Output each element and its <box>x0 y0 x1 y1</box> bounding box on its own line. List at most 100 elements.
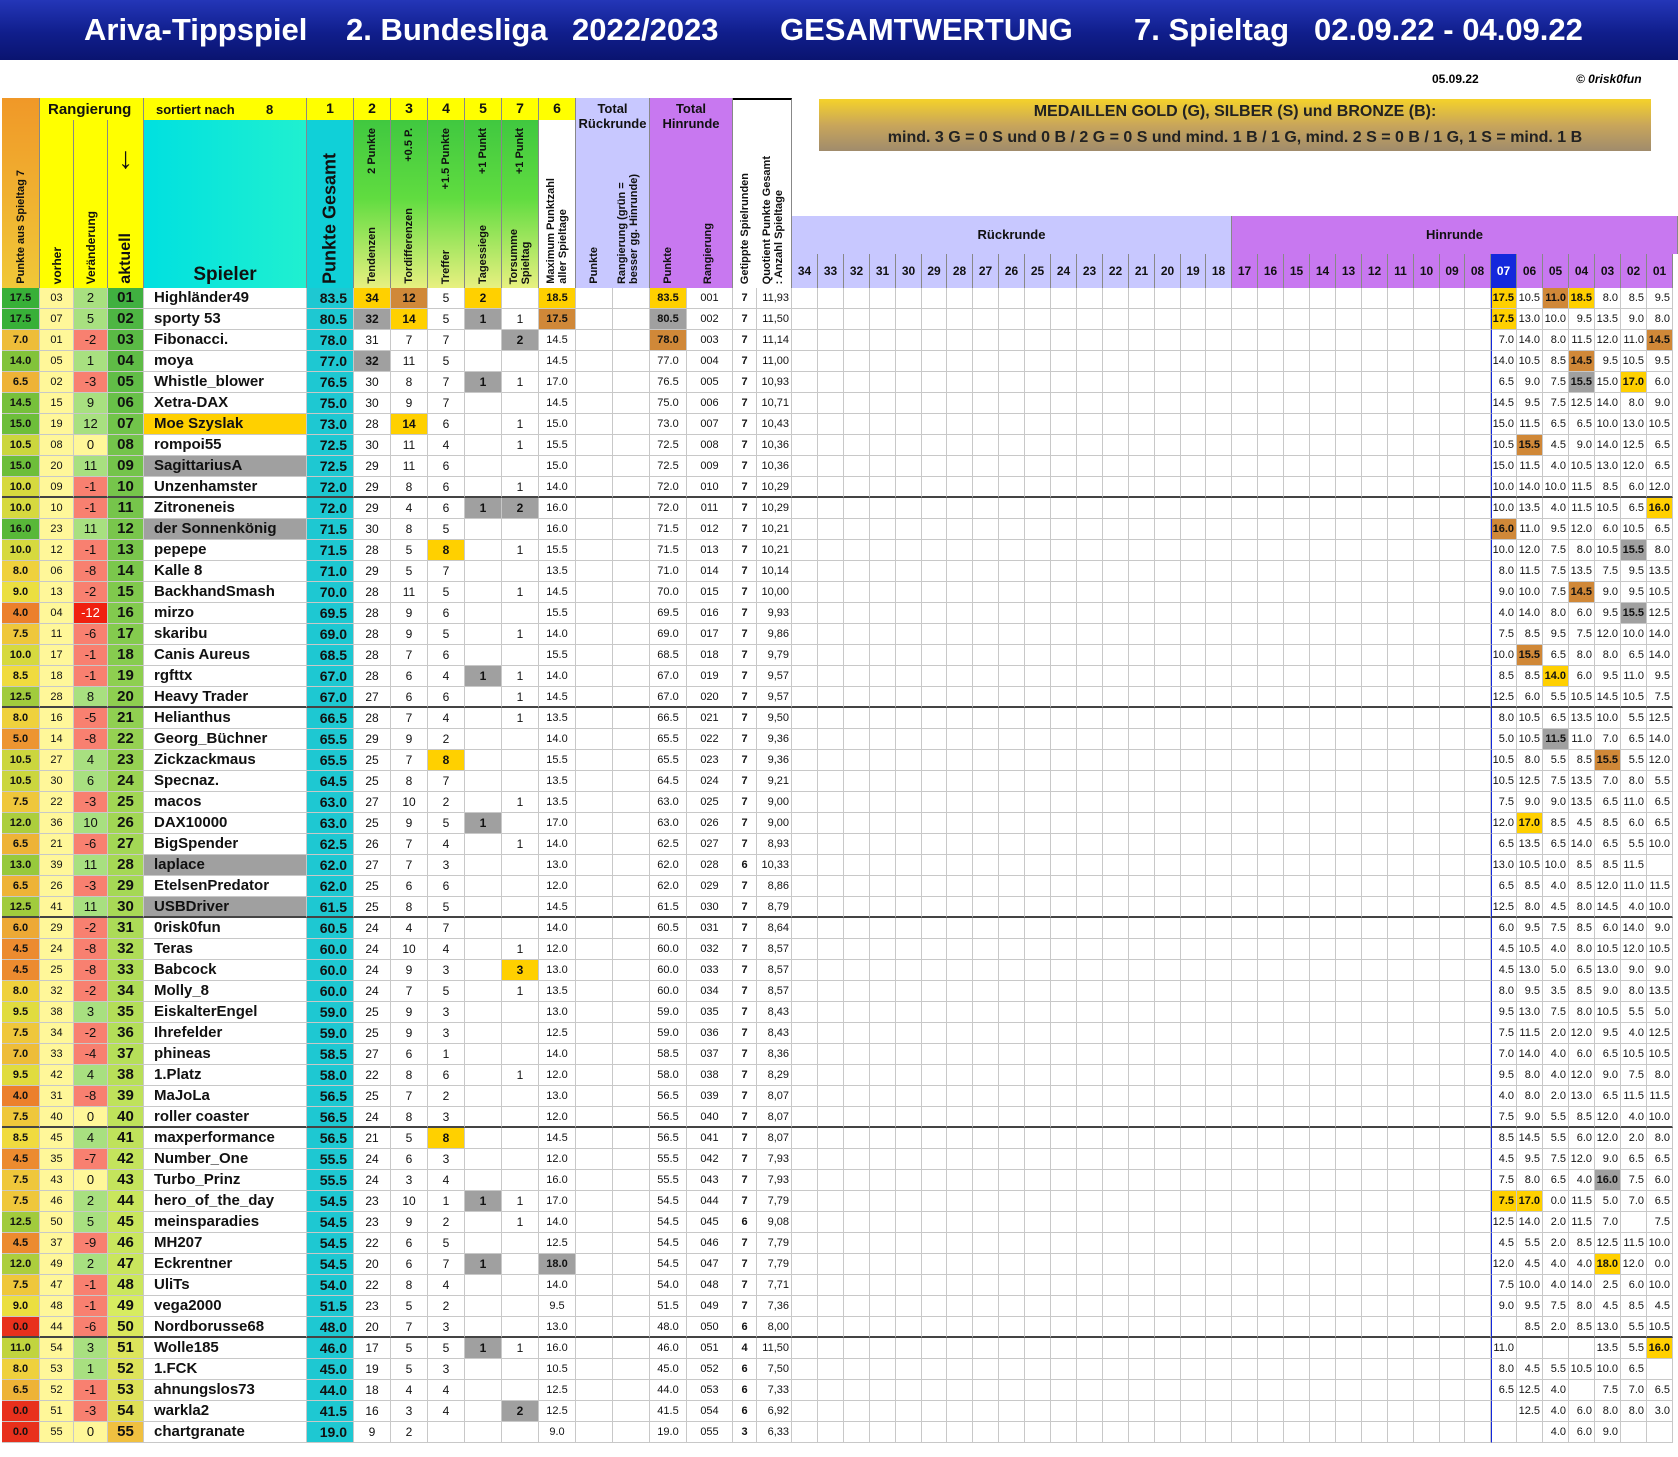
cell-n[interactable]: MaJoLa <box>144 1086 307 1107</box>
cell-n[interactable]: MH207 <box>144 1233 307 1254</box>
cell-n[interactable]: Georg_Büchner <box>144 729 307 750</box>
cell-day <box>1232 834 1258 855</box>
cell-day <box>1517 1422 1543 1443</box>
cell-day <box>947 729 973 750</box>
cell-n[interactable]: maxperformance <box>144 1128 307 1149</box>
cell-mx: 14.0 <box>539 666 576 687</box>
cell-n[interactable]: meinsparadies <box>144 1212 307 1233</box>
cell-tr: 7 <box>428 561 465 582</box>
cell-day <box>1336 603 1362 624</box>
cell-n[interactable]: 0risk0fun <box>144 918 307 939</box>
cell-day: 5.5 <box>1621 1317 1647 1338</box>
cell-n[interactable]: rompoi55 <box>144 435 307 456</box>
cell-n[interactable]: Whistle_blower <box>144 372 307 393</box>
cell-day: 8.0 <box>1517 750 1543 771</box>
cell-n[interactable]: rgfttx <box>144 666 307 687</box>
cell-n[interactable]: Helianthus <box>144 708 307 729</box>
cell-day <box>844 624 870 645</box>
cell-n[interactable]: roller coaster <box>144 1107 307 1128</box>
cell-n[interactable]: UliTs <box>144 1275 307 1296</box>
cell-day <box>922 477 947 498</box>
cell-day <box>1258 708 1284 729</box>
cell-n[interactable]: Ihrefelder <box>144 1023 307 1044</box>
cell-n[interactable]: Canis Aureus <box>144 645 307 666</box>
cell-day: 14.0 <box>1569 1275 1595 1296</box>
cell-n[interactable]: Nordborusse68 <box>144 1317 307 1338</box>
cell-day <box>1465 1086 1491 1107</box>
cell-n[interactable]: Xetra-DAX <box>144 393 307 414</box>
cell-n[interactable]: EiskalterEngel <box>144 1002 307 1023</box>
cell-n[interactable]: BackhandSmash <box>144 582 307 603</box>
cell-n[interactable]: phineas <box>144 1044 307 1065</box>
header-day-h07: 07 <box>1491 254 1517 288</box>
cell-t: 72.5 <box>307 435 354 456</box>
cell-n[interactable]: Zitroneneis <box>144 498 307 519</box>
cell-n[interactable]: SagittariusA <box>144 456 307 477</box>
cell-n[interactable]: Teras <box>144 939 307 960</box>
cell-day <box>1362 540 1388 561</box>
cell-n[interactable]: BigSpender <box>144 834 307 855</box>
cell-n[interactable]: skaribu <box>144 624 307 645</box>
cell-day <box>1284 435 1310 456</box>
cell-day <box>973 792 999 813</box>
cell-day: 8.0 <box>1569 939 1595 960</box>
cell-day <box>1414 1275 1440 1296</box>
cell-n[interactable]: Fibonacci. <box>144 330 307 351</box>
cell-n[interactable]: Wolle185 <box>144 1338 307 1359</box>
cell-n[interactable]: chartgranate <box>144 1422 307 1443</box>
cell-n[interactable]: moya <box>144 351 307 372</box>
cell-day <box>1129 1149 1155 1170</box>
cell-n[interactable]: 1.Platz <box>144 1065 307 1086</box>
cell-n[interactable]: Highländer49 <box>144 288 307 309</box>
cell-mx: 13.5 <box>539 561 576 582</box>
cell-n[interactable]: hero_of_the_day <box>144 1191 307 1212</box>
cell-rh: 041 <box>687 1128 733 1149</box>
header-sort-number-gesamt: 1 <box>326 100 334 116</box>
cell-n[interactable]: DAX10000 <box>144 813 307 834</box>
cell-day: 5.5 <box>1621 1338 1647 1359</box>
cell-n[interactable]: macos <box>144 792 307 813</box>
cell-n[interactable]: Zickzackmaus <box>144 750 307 771</box>
cell-n[interactable]: Turbo_Prinz <box>144 1170 307 1191</box>
cell-day: 12.0 <box>1621 456 1647 477</box>
cell-n[interactable]: 1.FCK <box>144 1359 307 1380</box>
cell-n[interactable]: USBDriver <box>144 897 307 918</box>
cell-n[interactable]: Number_One <box>144 1149 307 1170</box>
cell-tr: 1 <box>428 1191 465 1212</box>
cell-n[interactable]: Molly_8 <box>144 981 307 1002</box>
cell-n[interactable]: EtelsenPredator <box>144 876 307 897</box>
cell-a: 49 <box>108 1296 144 1317</box>
cell-n[interactable]: vega2000 <box>144 1296 307 1317</box>
cell-a: 53 <box>108 1380 144 1401</box>
cell-n[interactable]: Kalle 8 <box>144 561 307 582</box>
cell-day <box>1362 351 1388 372</box>
cell-n[interactable]: mirzo <box>144 603 307 624</box>
cell-day <box>1103 960 1129 981</box>
cell-day <box>922 540 947 561</box>
cell-n[interactable]: ahnungslos73 <box>144 1380 307 1401</box>
cell-day <box>1465 1317 1491 1338</box>
cell-day: 17.0 <box>1517 1191 1543 1212</box>
cell-n[interactable]: warkla2 <box>144 1401 307 1422</box>
cell-n[interactable]: Heavy Trader <box>144 687 307 708</box>
cell-d: 11 <box>74 519 108 540</box>
cell-n[interactable]: Unzenhamster <box>144 477 307 498</box>
cell-v: 31 <box>40 1086 74 1107</box>
header-total-rueckrunde-label: Total Rückrunde <box>578 101 647 131</box>
cell-day <box>792 1023 818 1044</box>
cell-n[interactable]: Moe Szyslak <box>144 414 307 435</box>
header-spieler: Spieler <box>144 120 307 288</box>
cell-day <box>1103 666 1129 687</box>
cell-n[interactable]: pepepe <box>144 540 307 561</box>
cell-n[interactable]: Babcock <box>144 960 307 981</box>
cell-d: 3 <box>74 1338 108 1359</box>
cell-t: 72.0 <box>307 498 354 519</box>
cell-td: 7 <box>391 981 428 1002</box>
cell-n[interactable]: der Sonnenkönig <box>144 519 307 540</box>
cell-n[interactable]: Eckrentner <box>144 1254 307 1275</box>
cell-day: 10.5 <box>1517 708 1543 729</box>
cell-n[interactable]: laplace <box>144 855 307 876</box>
cell-n[interactable]: sporty 53 <box>144 309 307 330</box>
cell-n[interactable]: Specnaz. <box>144 771 307 792</box>
cell-day: 11.5 <box>1569 477 1595 498</box>
